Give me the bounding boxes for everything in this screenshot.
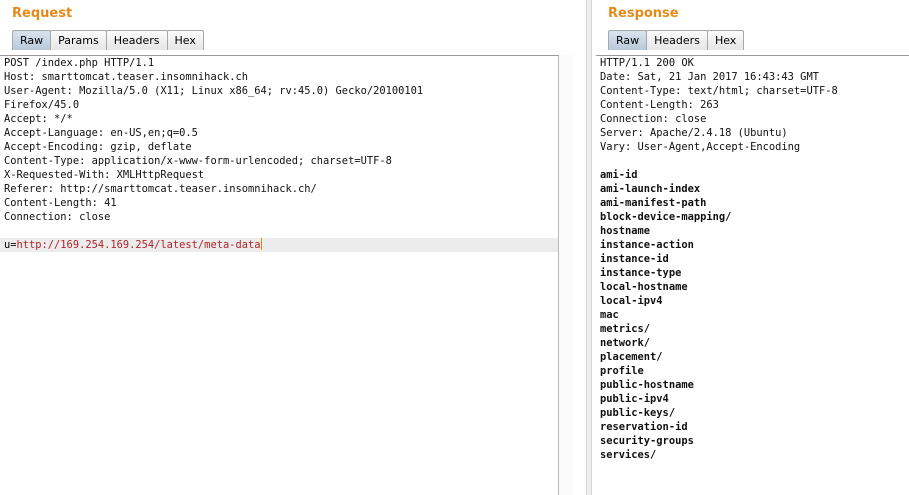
response-tab-headers[interactable]: Headers (646, 30, 708, 50)
request-line: Connection: close (4, 211, 111, 223)
response-body-line: placement/ (600, 351, 663, 363)
request-line: POST /index.php HTTP/1.1 (4, 57, 155, 69)
request-line: User-Agent: Mozilla/5.0 (X11; Linux x86_… (4, 85, 424, 97)
response-line: Content-Length: 263 (600, 99, 719, 111)
response-body-line: metrics/ (600, 323, 651, 335)
request-line: Host: smarttomcat.teaser.insomnihack.ch (4, 71, 248, 83)
request-editor[interactable]: POST /index.php HTTP/1.1 Host: smarttomc… (0, 55, 559, 495)
response-body-line: public-keys/ (600, 407, 676, 419)
response-viewer[interactable]: HTTP/1.1 200 OK Date: Sat, 21 Jan 2017 1… (596, 55, 909, 495)
request-pane: Request Raw Params Headers Hex POST /ind… (0, 0, 583, 495)
response-body-line: local-hostname (600, 281, 688, 293)
response-tab-raw[interactable]: Raw (608, 30, 648, 50)
request-line: Content-Type: application/x-www-form-url… (4, 155, 392, 167)
response-line: Date: Sat, 21 Jan 2017 16:43:43 GMT (600, 71, 819, 83)
response-tab-hex[interactable]: Hex (706, 30, 745, 50)
request-tab-params[interactable]: Params (50, 30, 107, 50)
response-body-line: ami-id (600, 169, 638, 181)
response-line: Connection: close (600, 113, 707, 125)
response-pane: Response Raw Headers Hex HTTP/1.1 200 OK… (596, 0, 909, 495)
divider-grip[interactable] (586, 0, 592, 495)
pane-divider[interactable] (583, 0, 596, 495)
response-line: HTTP/1.1 200 OK (600, 57, 694, 69)
response-body-line: ami-launch-index (600, 183, 701, 195)
response-blank-line (596, 154, 909, 168)
response-line: Content-Type: text/html; charset=UTF-8 (600, 85, 838, 97)
response-body-line: block-device-mapping/ (600, 211, 732, 223)
request-tab-headers[interactable]: Headers (105, 30, 168, 50)
response-body-line: reservation-id (600, 421, 688, 433)
response-body-line: instance-action (600, 239, 694, 251)
response-tabs: Raw Headers Hex (608, 30, 745, 50)
response-body-line: ami-manifest-path (600, 197, 707, 209)
request-line: Accept-Encoding: gzip, deflate (4, 141, 192, 153)
request-tabs: Raw Params Headers Hex (12, 30, 204, 50)
text-caret (260, 238, 262, 250)
response-body-line: security-groups (600, 435, 694, 447)
request-line: Firefox/45.0 (4, 99, 80, 111)
response-body-line: instance-type (600, 267, 682, 279)
request-line: Accept: */* (4, 113, 73, 125)
response-body-line: local-ipv4 (600, 295, 663, 307)
request-tab-hex[interactable]: Hex (166, 30, 204, 50)
response-body-line: mac (600, 309, 619, 321)
body-param-value: http://169.254.169.254/latest/meta-data (16, 239, 261, 251)
request-line: X-Requested-With: XMLHttpRequest (4, 169, 205, 181)
request-scrollbar[interactable] (559, 55, 573, 495)
request-blank-line (0, 224, 558, 238)
request-line: Content-Length: 41 (4, 197, 117, 209)
body-param-key: u= (4, 239, 17, 251)
response-body-line: instance-id (600, 253, 669, 265)
response-line: Vary: User-Agent,Accept-Encoding (600, 141, 801, 153)
request-tab-raw[interactable]: Raw (12, 30, 52, 50)
response-body-line: network/ (600, 337, 651, 349)
response-line: Server: Apache/2.4.18 (Ubuntu) (600, 127, 788, 139)
request-line: Referer: http://smarttomcat.teaser.insom… (4, 183, 317, 195)
response-body-line: services/ (600, 449, 657, 461)
response-body-line: profile (600, 365, 644, 377)
response-body-line: public-hostname (600, 379, 694, 391)
request-line: Accept-Language: en-US,en;q=0.5 (4, 127, 198, 139)
response-body-line: hostname (600, 225, 651, 237)
request-title: Request (12, 6, 73, 21)
request-body-line[interactable]: u=http://169.254.169.254/latest/meta-dat… (0, 238, 558, 252)
response-body-line: public-ipv4 (600, 393, 669, 405)
response-title: Response (608, 6, 679, 21)
